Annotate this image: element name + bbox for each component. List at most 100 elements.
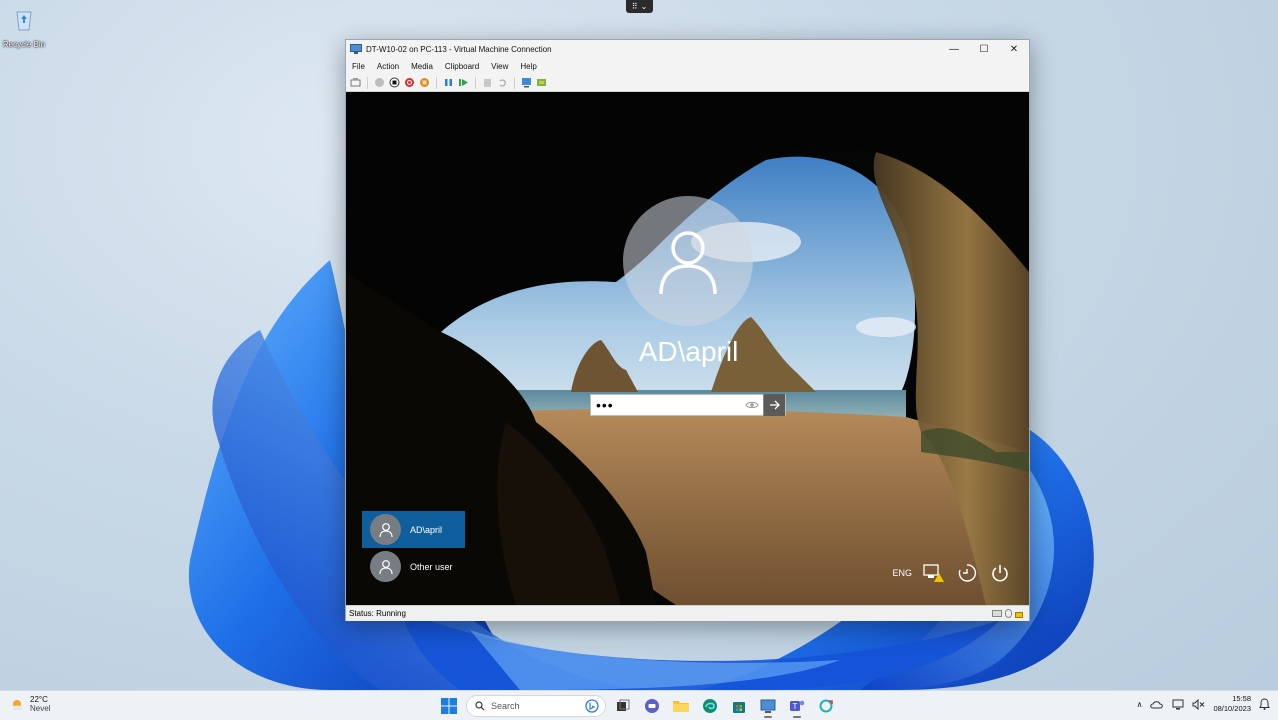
toolbar-separator — [514, 76, 515, 89]
resume-icon[interactable] — [458, 77, 469, 88]
task-view-button[interactable] — [611, 694, 635, 718]
password-value: ••• — [596, 397, 614, 413]
taskbar: 22°C Nevel Search T ∧ 15:58 08/10/2023 — [0, 690, 1278, 720]
user-list: AD\april Other user — [362, 511, 465, 585]
vm-monitor-icon — [350, 44, 362, 54]
password-field[interactable]: ••• — [590, 394, 786, 416]
user-avatar — [623, 196, 753, 326]
window-title: DT-W10-02 on PC-113 - Virtual Machine Co… — [366, 44, 552, 54]
taskbar-apps: Search T — [437, 694, 838, 718]
user-icon — [378, 559, 393, 574]
notification-icon[interactable] — [1259, 698, 1270, 710]
teams-icon: T — [790, 700, 805, 711]
onedrive-icon[interactable] — [1150, 699, 1164, 709]
weather-temperature: 22°C — [30, 695, 48, 704]
menu-bar: File Action Media Clipboard View Help — [346, 58, 1029, 74]
search-icon — [475, 701, 485, 711]
recycle-bin[interactable]: Recycle Bin — [2, 6, 46, 49]
enhanced-session-icon[interactable] — [521, 77, 532, 88]
user-item-label: AD\april — [410, 524, 443, 535]
file-explorer-button[interactable] — [669, 694, 693, 718]
chat-button[interactable] — [640, 694, 664, 718]
bing-icon — [585, 699, 599, 713]
title-bar[interactable]: DT-W10-02 on PC-113 - Virtual Machine Co… — [346, 40, 1029, 58]
accessibility-icon[interactable] — [956, 562, 978, 584]
display-icon[interactable] — [1172, 699, 1184, 710]
maximize-button[interactable]: ☐ — [969, 40, 999, 58]
toolbar-separator — [475, 76, 476, 89]
status-indicators — [992, 609, 1023, 618]
clock-date: 08/10/2023 — [1213, 704, 1251, 713]
taskbar-search[interactable]: Search — [466, 695, 606, 717]
teams-button[interactable]: T — [785, 694, 809, 718]
start-button[interactable] — [437, 694, 461, 718]
user-avatar-small — [370, 551, 401, 582]
checkpoint-icon[interactable] — [482, 77, 493, 88]
vm-connection-window: DT-W10-02 on PC-113 - Virtual Machine Co… — [345, 39, 1030, 621]
mouse-indicator-icon — [1005, 609, 1012, 618]
menu-action[interactable]: Action — [377, 62, 399, 71]
chat-icon — [645, 699, 659, 713]
menu-clipboard[interactable]: Clipboard — [445, 62, 479, 71]
windows-logo-icon — [441, 698, 457, 714]
toolbar-separator — [436, 76, 437, 89]
chevron-down-icon: ⌄ — [640, 2, 648, 11]
language-indicator[interactable]: ENG — [892, 568, 912, 578]
toolbar-separator — [367, 76, 368, 89]
sync-icon — [819, 699, 833, 713]
clock-time: 15:58 — [1232, 694, 1251, 703]
status-bar: Status: Running — [346, 605, 1029, 621]
chevron-up-icon[interactable]: ∧ — [1137, 700, 1143, 709]
share-icon[interactable] — [536, 77, 547, 88]
folder-icon — [673, 701, 689, 712]
vm-status-text: Status: Running — [349, 609, 406, 618]
edge-button[interactable] — [698, 694, 722, 718]
weather-widget[interactable]: 22°C Nevel — [10, 695, 50, 713]
user-item-other-user[interactable]: Other user — [362, 548, 465, 585]
menu-help[interactable]: Help — [520, 62, 536, 71]
search-placeholder: Search — [491, 701, 520, 711]
power-icon[interactable] — [989, 562, 1011, 584]
arrow-right-icon — [769, 400, 780, 410]
reveal-password-icon[interactable] — [745, 398, 759, 412]
submit-button[interactable] — [763, 394, 785, 416]
menu-media[interactable]: Media — [411, 62, 433, 71]
user-item-label: Other user — [410, 561, 453, 572]
running-indicator — [793, 716, 801, 718]
vm-connection-taskbar-button[interactable] — [756, 694, 780, 718]
user-icon — [378, 522, 393, 537]
vm-monitor-icon — [760, 699, 776, 713]
user-avatar-small — [370, 514, 401, 545]
user-item-ad-april[interactable]: AD\april — [362, 511, 465, 548]
pause-icon[interactable] — [443, 77, 454, 88]
toolbar — [346, 74, 1029, 92]
clock[interactable]: 15:58 08/10/2023 — [1213, 694, 1251, 714]
minimize-button[interactable]: — — [939, 40, 969, 58]
lock-system-icons: ENG — [892, 562, 1011, 584]
close-button[interactable]: ✕ — [999, 40, 1029, 58]
shutdown-icon[interactable] — [404, 77, 415, 88]
keyboard-indicator-icon — [992, 610, 1002, 617]
volume-muted-icon[interactable] — [1192, 698, 1205, 710]
user-icon — [659, 231, 717, 295]
start-icon[interactable] — [374, 77, 385, 88]
network-icon[interactable] — [923, 562, 945, 584]
edge-icon — [703, 699, 717, 713]
revert-icon[interactable] — [497, 77, 508, 88]
store-icon — [733, 702, 745, 713]
recycle-bin-label: Recycle Bin — [2, 40, 46, 49]
sync-app-button[interactable] — [814, 694, 838, 718]
turn-off-icon[interactable] — [389, 77, 400, 88]
menu-file[interactable]: File — [352, 62, 365, 71]
ctrl-alt-del-icon[interactable] — [350, 77, 361, 88]
task-view-icon — [617, 699, 630, 711]
user-name-heading: AD\april — [638, 336, 739, 367]
sun-icon — [13, 700, 22, 710]
save-icon[interactable] — [419, 77, 430, 88]
weather-description: Nevel — [30, 704, 51, 713]
menu-view[interactable]: View — [491, 62, 508, 71]
vm-screen[interactable]: AD\april ••• AD\april Other user ENG — [346, 92, 1029, 605]
remote-connection-bar[interactable]: ⠿ ⌄ — [626, 0, 653, 13]
store-button[interactable] — [727, 694, 751, 718]
lock-indicator-icon — [1015, 612, 1023, 618]
